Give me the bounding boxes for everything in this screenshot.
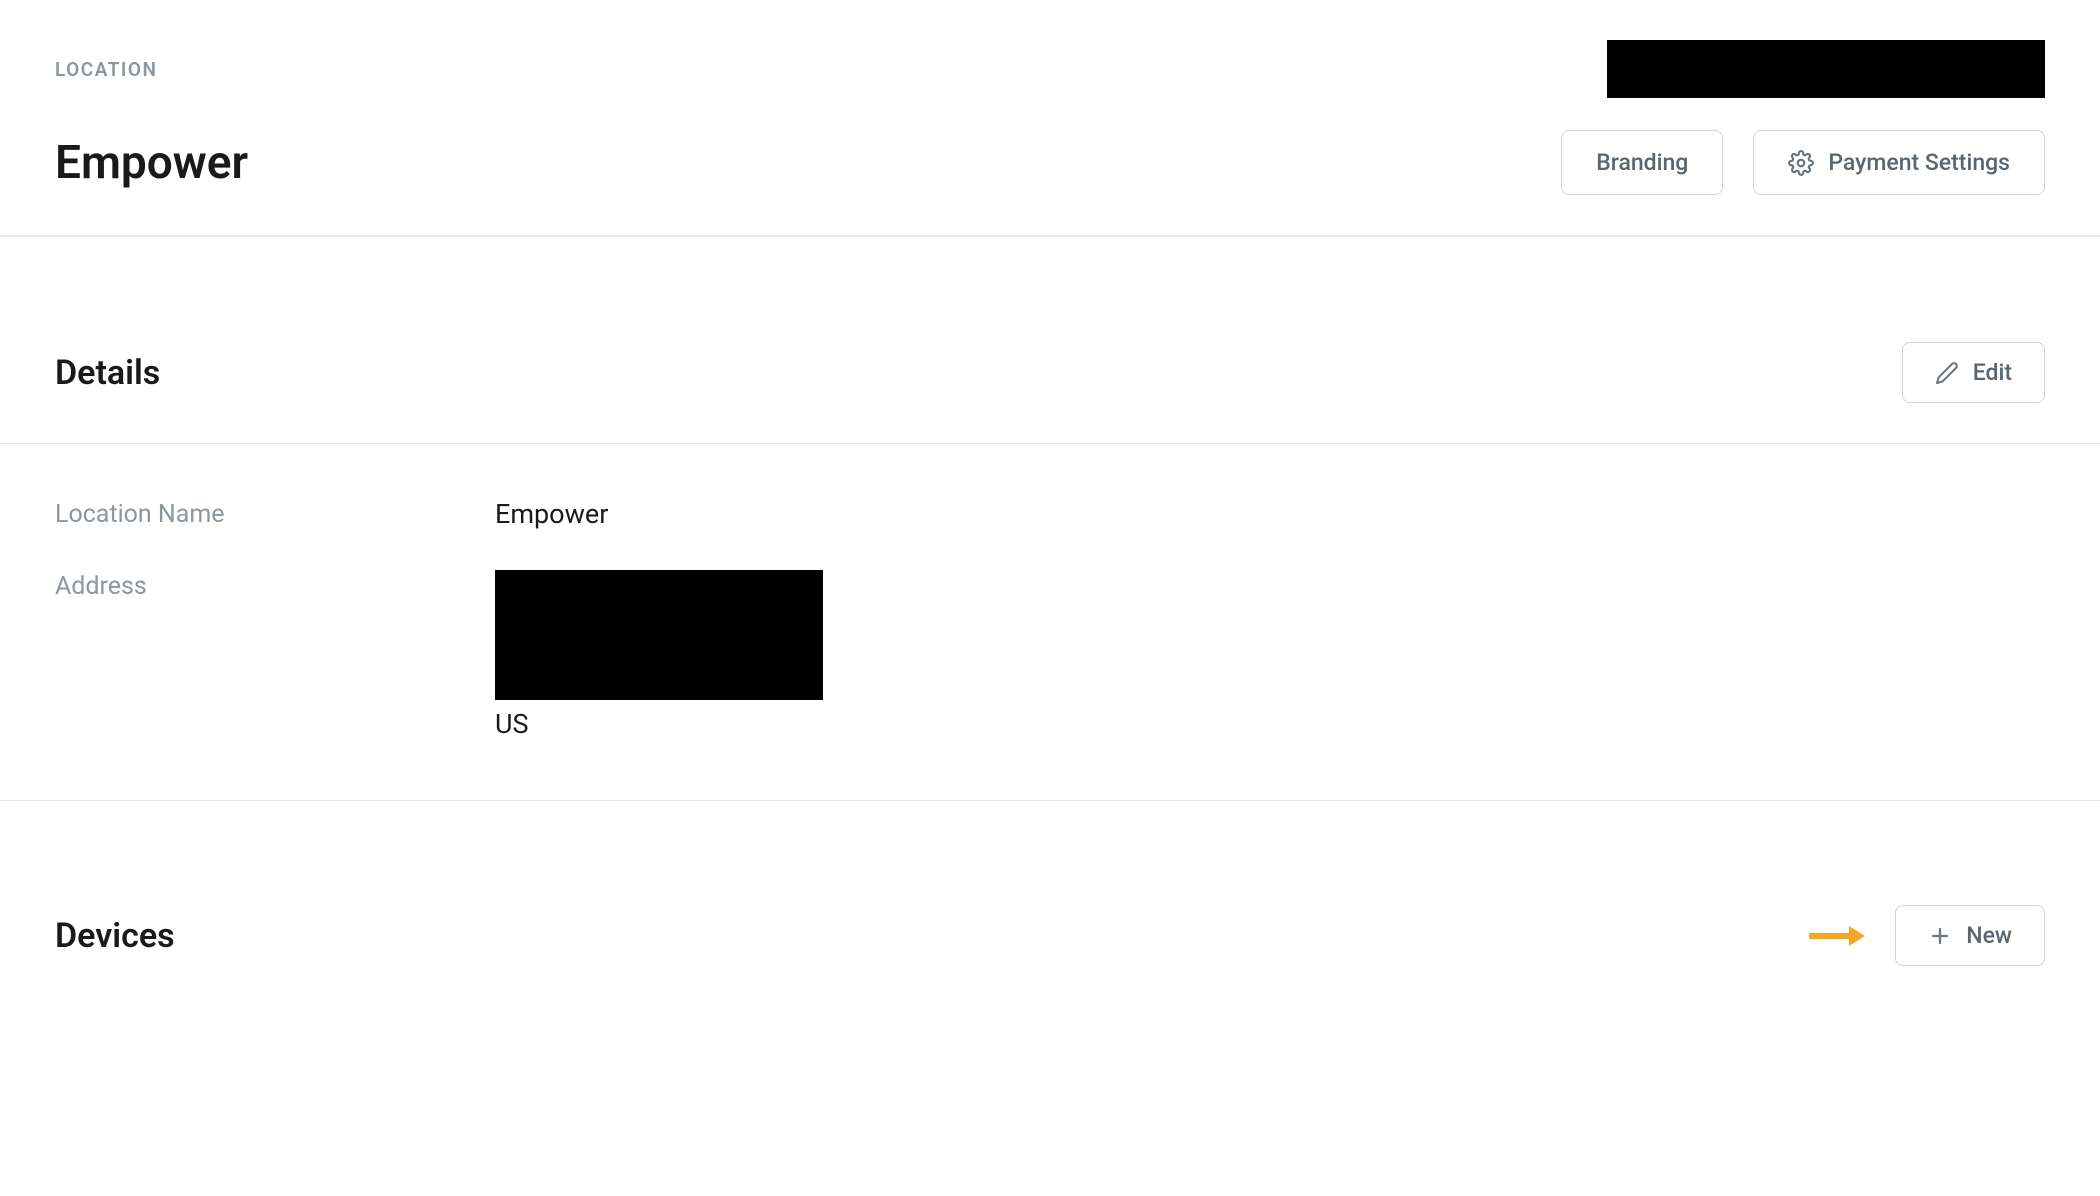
- header-section: LOCATION Empower Branding Payment Settin…: [0, 0, 2100, 236]
- new-device-button-label: New: [1966, 922, 2012, 949]
- page-title: Empower: [55, 136, 248, 190]
- redacted-block-top: [1607, 40, 2045, 98]
- breadcrumb-location: LOCATION: [55, 58, 157, 81]
- new-device-button[interactable]: New: [1895, 905, 2045, 966]
- detail-row-address: Address US: [55, 570, 2045, 740]
- location-name-value: Empower: [495, 498, 608, 530]
- arrow-right-icon: [1809, 924, 1865, 948]
- location-name-label: Location Name: [55, 498, 495, 529]
- gear-icon: [1788, 150, 1814, 176]
- edit-button-label: Edit: [1973, 359, 2012, 386]
- address-value: US: [495, 570, 823, 740]
- devices-title: Devices: [55, 916, 175, 956]
- details-body: Location Name Empower Address US: [0, 444, 2100, 801]
- devices-divider-gap: [0, 801, 2100, 867]
- header-actions: Branding Payment Settings: [1561, 130, 2045, 195]
- devices-section-header: Devices New: [0, 867, 2100, 1004]
- address-country: US: [495, 708, 823, 740]
- branding-button[interactable]: Branding: [1561, 130, 1723, 195]
- plus-icon: [1928, 924, 1952, 948]
- edit-button[interactable]: Edit: [1902, 342, 2045, 403]
- address-label: Address: [55, 570, 495, 601]
- payment-settings-button-label: Payment Settings: [1828, 149, 2010, 176]
- payment-settings-button[interactable]: Payment Settings: [1753, 130, 2045, 195]
- divider-gap: [0, 236, 2100, 302]
- detail-row-location-name: Location Name Empower: [55, 498, 2045, 530]
- details-section-header: Details Edit: [0, 302, 2100, 444]
- pencil-icon: [1935, 361, 1959, 385]
- branding-button-label: Branding: [1596, 149, 1688, 176]
- redacted-address-block: [495, 570, 823, 700]
- details-title: Details: [55, 353, 160, 393]
